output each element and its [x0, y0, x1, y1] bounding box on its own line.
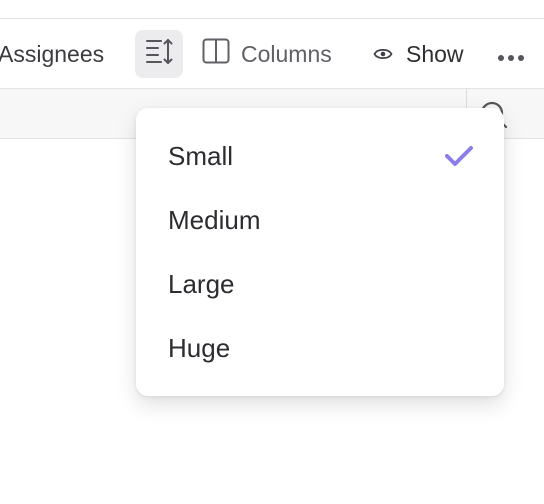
eye-icon: [373, 41, 393, 68]
columns-label: Columns: [241, 40, 332, 67]
columns-button[interactable]: Columns: [202, 19, 332, 89]
row-height-button[interactable]: [135, 30, 183, 78]
more-options-button[interactable]: [496, 19, 526, 89]
option-label: Small: [168, 140, 234, 171]
row-height-icon: [144, 37, 174, 71]
row-height-option-medium[interactable]: Medium: [136, 188, 504, 252]
check-icon: [444, 144, 474, 175]
columns-icon: [202, 38, 230, 70]
more-horizontal-icon: [497, 41, 525, 68]
assignees-label: Assignees: [0, 40, 105, 67]
assignees-button[interactable]: Assignees: [0, 19, 104, 89]
show-button[interactable]: Show: [373, 19, 464, 89]
option-label: Medium: [168, 204, 261, 235]
board-toolbar: Assignees Columns Show: [0, 19, 544, 89]
option-label: Large: [168, 268, 235, 299]
row-height-menu: Small Medium Large Huge: [136, 108, 504, 396]
row-height-option-large[interactable]: Large: [136, 252, 504, 316]
row-height-option-huge[interactable]: Huge: [136, 316, 504, 380]
option-label: Huge: [168, 332, 231, 363]
window-top-strip: [0, 0, 544, 19]
show-label: Show: [406, 40, 464, 67]
row-height-option-small[interactable]: Small: [136, 124, 504, 188]
